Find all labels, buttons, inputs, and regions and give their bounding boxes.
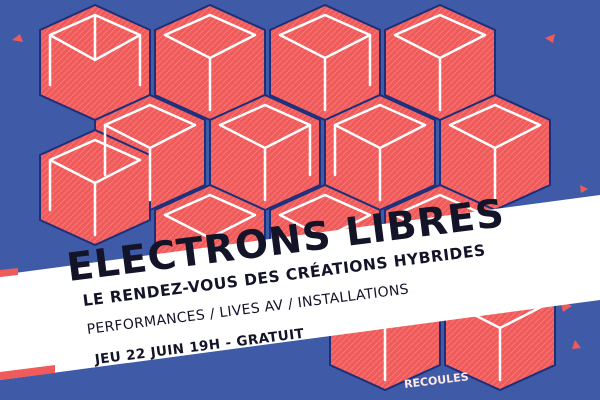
event-poster: ELECTRONS LIBRES LE RENDEZ-VOUS DES CRÉA… — [0, 0, 600, 400]
